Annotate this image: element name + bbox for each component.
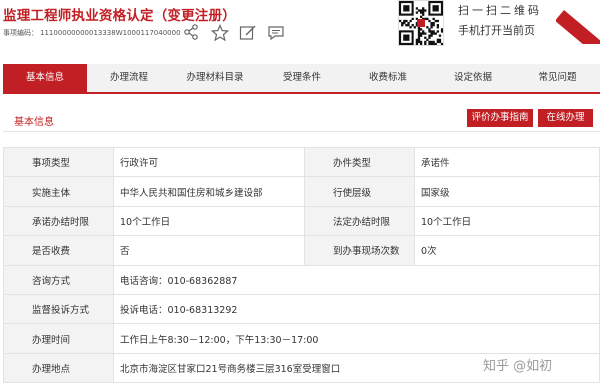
item-code-value: 11100000000013338W1000117040000: [40, 29, 181, 37]
page-title: 监理工程师执业资格认定（变更注册）: [3, 8, 236, 24]
row-value: 10个工作日: [414, 205, 600, 237]
row-value: 行政许可: [113, 146, 305, 178]
row-value: 国家级: [414, 176, 600, 207]
row-value: 工作日上午8:30－12:00，下午13:30－17:00: [113, 323, 600, 354]
row-label: 事项类型: [3, 146, 114, 178]
row-label: 监督投诉方式: [3, 293, 114, 325]
watermark: 知乎 @如初: [483, 359, 553, 374]
table-row: 是否收费 否 到办事现场次数 0次: [3, 235, 600, 266]
item-code: 事项编码： 11100000000013338W1000117040000: [3, 28, 181, 38]
tab-conditions[interactable]: 受理条件: [259, 64, 345, 92]
tab-fees[interactable]: 收费标准: [345, 64, 431, 92]
row-value: 投诉电话：010-68313292: [113, 293, 600, 325]
row-value: 否: [113, 235, 305, 266]
row-label: 是否收费: [3, 235, 114, 266]
row-label: 承诺办结时限: [3, 205, 114, 237]
row-label: 法定办结时限: [304, 205, 415, 237]
header-actions: [183, 23, 285, 42]
row-label: 咨询方式: [3, 264, 114, 295]
row-value: 10个工作日: [113, 205, 305, 237]
star-icon[interactable]: [210, 23, 230, 42]
tab-basic-info[interactable]: 基本信息: [3, 64, 87, 92]
table-row: 实施主体 中华人民共和国住房和城乡建设部 行使层级 国家级: [3, 176, 600, 207]
info-table: 事项类型 行政许可 办件类型 承诺件 实施主体 中华人民共和国住房和城乡建设部 …: [3, 146, 600, 384]
tab-process[interactable]: 办理流程: [87, 64, 171, 92]
tab-basis[interactable]: 设定依据: [431, 64, 515, 92]
edit-icon[interactable]: [239, 24, 257, 42]
share-icon[interactable]: [183, 24, 201, 42]
corner-ribbon: [556, 0, 600, 44]
section-divider: [3, 131, 600, 132]
page-header: 监理工程师执业资格认定（变更注册） 事项编码： 11100000000013338…: [0, 0, 600, 62]
row-value: 电话咨询：010-68362887: [113, 264, 600, 295]
row-value: 承诺件: [414, 146, 600, 178]
online-apply-button[interactable]: 在线办理: [538, 109, 593, 127]
table-row: 事项类型 行政许可 办件类型 承诺件: [3, 146, 600, 178]
tab-materials[interactable]: 办理材料目录: [171, 64, 259, 92]
tab-faq[interactable]: 常见问题: [515, 64, 600, 92]
tab-bar: 基本信息 办理流程 办理材料目录 受理条件 收费标准 设定依据 常见问题: [3, 64, 600, 92]
row-label: 实施主体: [3, 176, 114, 207]
comment-icon[interactable]: [267, 24, 285, 42]
table-row: 咨询方式 电话咨询：010-68362887: [3, 264, 600, 295]
table-row: 办理时间 工作日上午8:30－12:00，下午13:30－17:00: [3, 323, 600, 354]
row-value: 0次: [414, 235, 600, 266]
evaluate-guide-button[interactable]: 评价办事指南: [467, 109, 533, 127]
row-label: 办理时间: [3, 323, 114, 354]
item-code-label: 事项编码：: [3, 29, 38, 37]
table-row: 监督投诉方式 投诉电话：010-68313292: [3, 293, 600, 325]
row-label: 到办事现场次数: [304, 235, 415, 266]
table-row: 承诺办结时限 10个工作日 法定办结时限 10个工作日: [3, 205, 600, 237]
row-label: 办件类型: [304, 146, 415, 178]
section-title: 基本信息: [14, 117, 54, 128]
row-value: 中华人民共和国住房和城乡建设部: [113, 176, 305, 207]
tab-underline: [3, 92, 600, 94]
scan-hint: 扫一扫二维码: [458, 4, 542, 17]
scan-subtitle: 手机打开当前页: [458, 24, 535, 37]
qr-code-image: [398, 0, 444, 46]
row-label: 行使层级: [304, 176, 415, 207]
row-label: 办理地点: [3, 352, 114, 384]
